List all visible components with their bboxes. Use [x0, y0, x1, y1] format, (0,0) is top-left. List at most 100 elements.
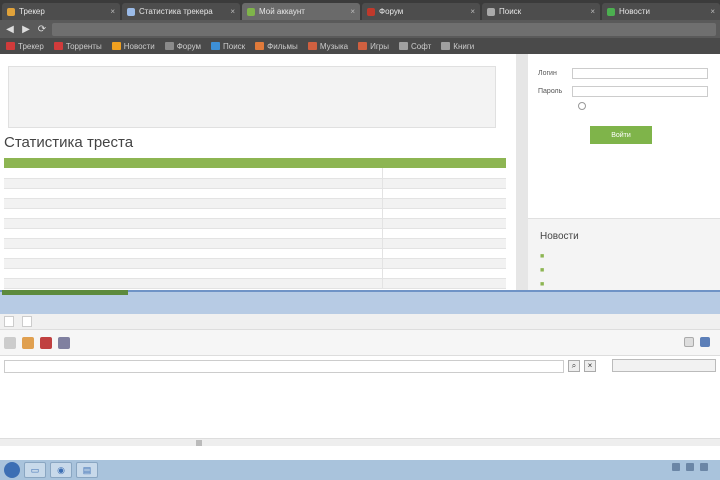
web-page: Статистика треста Логин Пароль Войти Нов… [0, 54, 720, 290]
password-label: Пароль [538, 88, 563, 95]
news-item[interactable]: ■ [540, 253, 710, 260]
table-row [4, 208, 506, 219]
stat-name [4, 188, 382, 199]
taskbar-app-icon[interactable]: ▤ [76, 462, 98, 478]
browser-tab[interactable]: Мой аккаунт × [242, 3, 360, 20]
bookmark-item[interactable]: Фильмы [255, 42, 298, 51]
table-row [4, 228, 506, 239]
remember-radio[interactable] [578, 102, 586, 110]
toolbar-icon-3[interactable] [40, 336, 52, 349]
bookmark-label: Торренты [65, 41, 102, 51]
bookmark-item[interactable]: Трекер [6, 42, 44, 51]
table-row [4, 218, 506, 229]
menu-item-other[interactable] [22, 316, 32, 327]
browser-tab[interactable]: Поиск × [482, 3, 600, 20]
bookmark-label: Трекер [18, 41, 44, 51]
news-box: Новости ■ ■ ■ [528, 218, 720, 290]
bookmark-item[interactable]: Софт [398, 41, 432, 51]
stat-value [381, 278, 506, 289]
taskbar: ▭ ◉ ▤ [0, 460, 720, 480]
search-go-icon[interactable]: ⌕ [568, 360, 580, 372]
stats-header-value [382, 158, 506, 168]
search-input[interactable] [4, 359, 564, 373]
tab-close-icon[interactable]: × [110, 7, 115, 16]
tray-icon-1[interactable] [672, 463, 680, 471]
tab-favicon-icon [607, 7, 615, 16]
bookmark-icon [398, 42, 408, 50]
browser-tab[interactable]: Форум × [362, 3, 480, 20]
news-title: Новости [540, 231, 579, 242]
tab-favicon-icon [247, 7, 255, 16]
bookmark-item[interactable]: Игры [358, 42, 389, 51]
toolbar-right [684, 337, 716, 347]
bookmark-icon [111, 42, 121, 50]
intro-text-block [8, 66, 496, 128]
tab-close-icon[interactable]: × [590, 7, 595, 16]
browser-tab[interactable]: Новости × [602, 3, 720, 20]
table-row [4, 198, 506, 209]
checkbox-icon[interactable] [700, 337, 710, 347]
bookmark-label: Софт [410, 41, 432, 51]
toolbar-icon-2[interactable] [22, 336, 34, 349]
results-list [0, 376, 720, 388]
forward-icon[interactable]: ▶ [20, 24, 32, 35]
bookmark-item[interactable]: Форум [164, 41, 201, 51]
toolbar-icon-5[interactable] [684, 337, 694, 347]
url-field[interactable] [52, 22, 716, 36]
taskbar-browser-icon[interactable]: ◉ [50, 462, 72, 478]
lower-window-toolbar [0, 330, 720, 356]
menu-item-history[interactable] [4, 316, 14, 327]
news-item[interactable]: ■ [540, 281, 710, 288]
stat-name [4, 218, 382, 229]
stat-value [381, 168, 506, 179]
remember-me[interactable] [578, 102, 590, 110]
lower-window: ⌕ × [0, 290, 720, 460]
back-icon[interactable]: ◀ [4, 24, 16, 35]
bookmark-item[interactable]: Новости [111, 42, 155, 51]
bullet-icon: ■ [540, 253, 545, 260]
bookmark-icon [211, 42, 220, 50]
find-button[interactable] [612, 359, 716, 372]
tab-close-icon[interactable]: × [350, 7, 355, 16]
bookmark-item[interactable]: Музыка [307, 42, 348, 51]
lower-window-menu [0, 314, 720, 330]
scrollbar-thumb[interactable] [196, 440, 202, 446]
bookmark-item[interactable]: Книги [441, 42, 474, 51]
bookmark-label: Фильмы [267, 41, 298, 51]
taskbar-explorer-icon[interactable]: ▭ [24, 462, 46, 478]
stat-value [381, 238, 506, 249]
tab-favicon-icon [367, 7, 375, 16]
reload-icon[interactable]: ⟳ [36, 24, 48, 35]
news-item[interactable]: ■ [540, 267, 710, 274]
password-input[interactable] [572, 86, 708, 97]
stat-value [381, 198, 506, 209]
tab-close-icon[interactable]: × [230, 7, 235, 16]
stat-name [4, 238, 382, 249]
bookmark-item[interactable]: Поиск [211, 42, 245, 51]
login-input[interactable] [572, 68, 708, 79]
bookmark-icon [164, 42, 174, 50]
start-button[interactable] [4, 462, 20, 478]
stat-value [381, 248, 506, 259]
bookmark-item[interactable]: Торренты [53, 41, 102, 51]
browser-tab[interactable]: Трекер × [2, 3, 120, 20]
table-row [4, 258, 506, 269]
stat-name [4, 248, 382, 259]
search-clear-icon[interactable]: × [584, 360, 596, 372]
tab-close-icon[interactable]: × [470, 7, 475, 16]
tray-icon-3[interactable] [700, 463, 708, 471]
bullet-icon: ■ [540, 267, 545, 274]
browser-tab[interactable]: Статистика трекера × [122, 3, 240, 20]
tray-icon-2[interactable] [686, 463, 694, 471]
toolbar-icon-1[interactable] [4, 336, 16, 349]
toolbar-icon-4[interactable] [58, 336, 70, 349]
stat-value [381, 218, 506, 229]
bookmark-icon [6, 42, 15, 50]
tab-close-icon[interactable]: × [710, 7, 715, 16]
horizontal-scrollbar[interactable] [0, 438, 720, 446]
bookmark-label: Форум [176, 41, 201, 51]
browser-tab-bar: Трекер × Статистика трекера × Мой аккаунт × Фо… [0, 0, 720, 20]
page-title: Статистика треста [4, 134, 134, 151]
login-button[interactable]: Войти [590, 126, 652, 144]
stats-header-name [4, 158, 382, 168]
